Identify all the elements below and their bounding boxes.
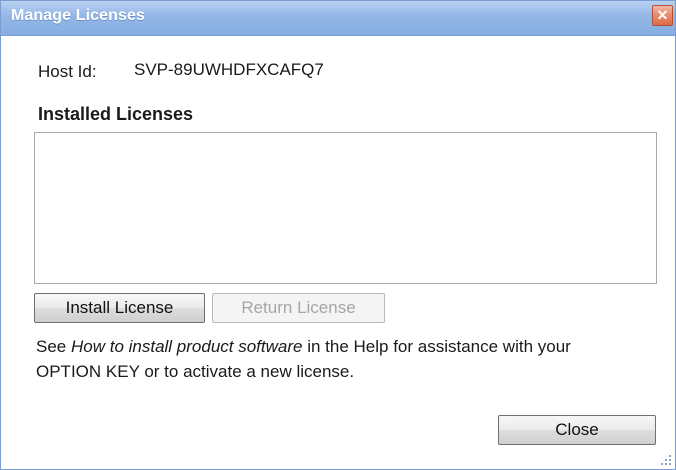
window-title: Manage Licenses xyxy=(11,7,145,24)
title-bar[interactable]: Manage Licenses ✕ xyxy=(1,1,675,36)
host-id-value: SVP-89UWHDFXCAFQ7 xyxy=(132,58,334,82)
help-topic-link[interactable]: How to install product software xyxy=(71,337,303,356)
help-text-prefix: See xyxy=(36,337,71,356)
installed-licenses-list[interactable] xyxy=(34,132,657,284)
host-id-row: Host Id: SVP-89UWHDFXCAFQ7 xyxy=(38,58,334,84)
host-id-label: Host Id: xyxy=(38,62,97,81)
resize-grip-icon[interactable] xyxy=(661,455,671,465)
help-text: See How to install product software in t… xyxy=(36,334,666,384)
install-license-button[interactable]: Install License xyxy=(34,293,205,323)
installed-licenses-heading: Installed Licenses xyxy=(38,104,194,124)
help-text-middle: in the Help for assistance with your xyxy=(302,337,571,356)
close-button[interactable]: Close xyxy=(498,415,656,445)
close-icon[interactable]: ✕ xyxy=(652,5,673,26)
manage-licenses-dialog: Manage Licenses ✕ Host Id: SVP-89UWHDFXCA… xyxy=(0,0,676,470)
return-license-button: Return License xyxy=(212,293,385,323)
help-text-line2: OPTION KEY or to activate a new license. xyxy=(36,362,355,381)
